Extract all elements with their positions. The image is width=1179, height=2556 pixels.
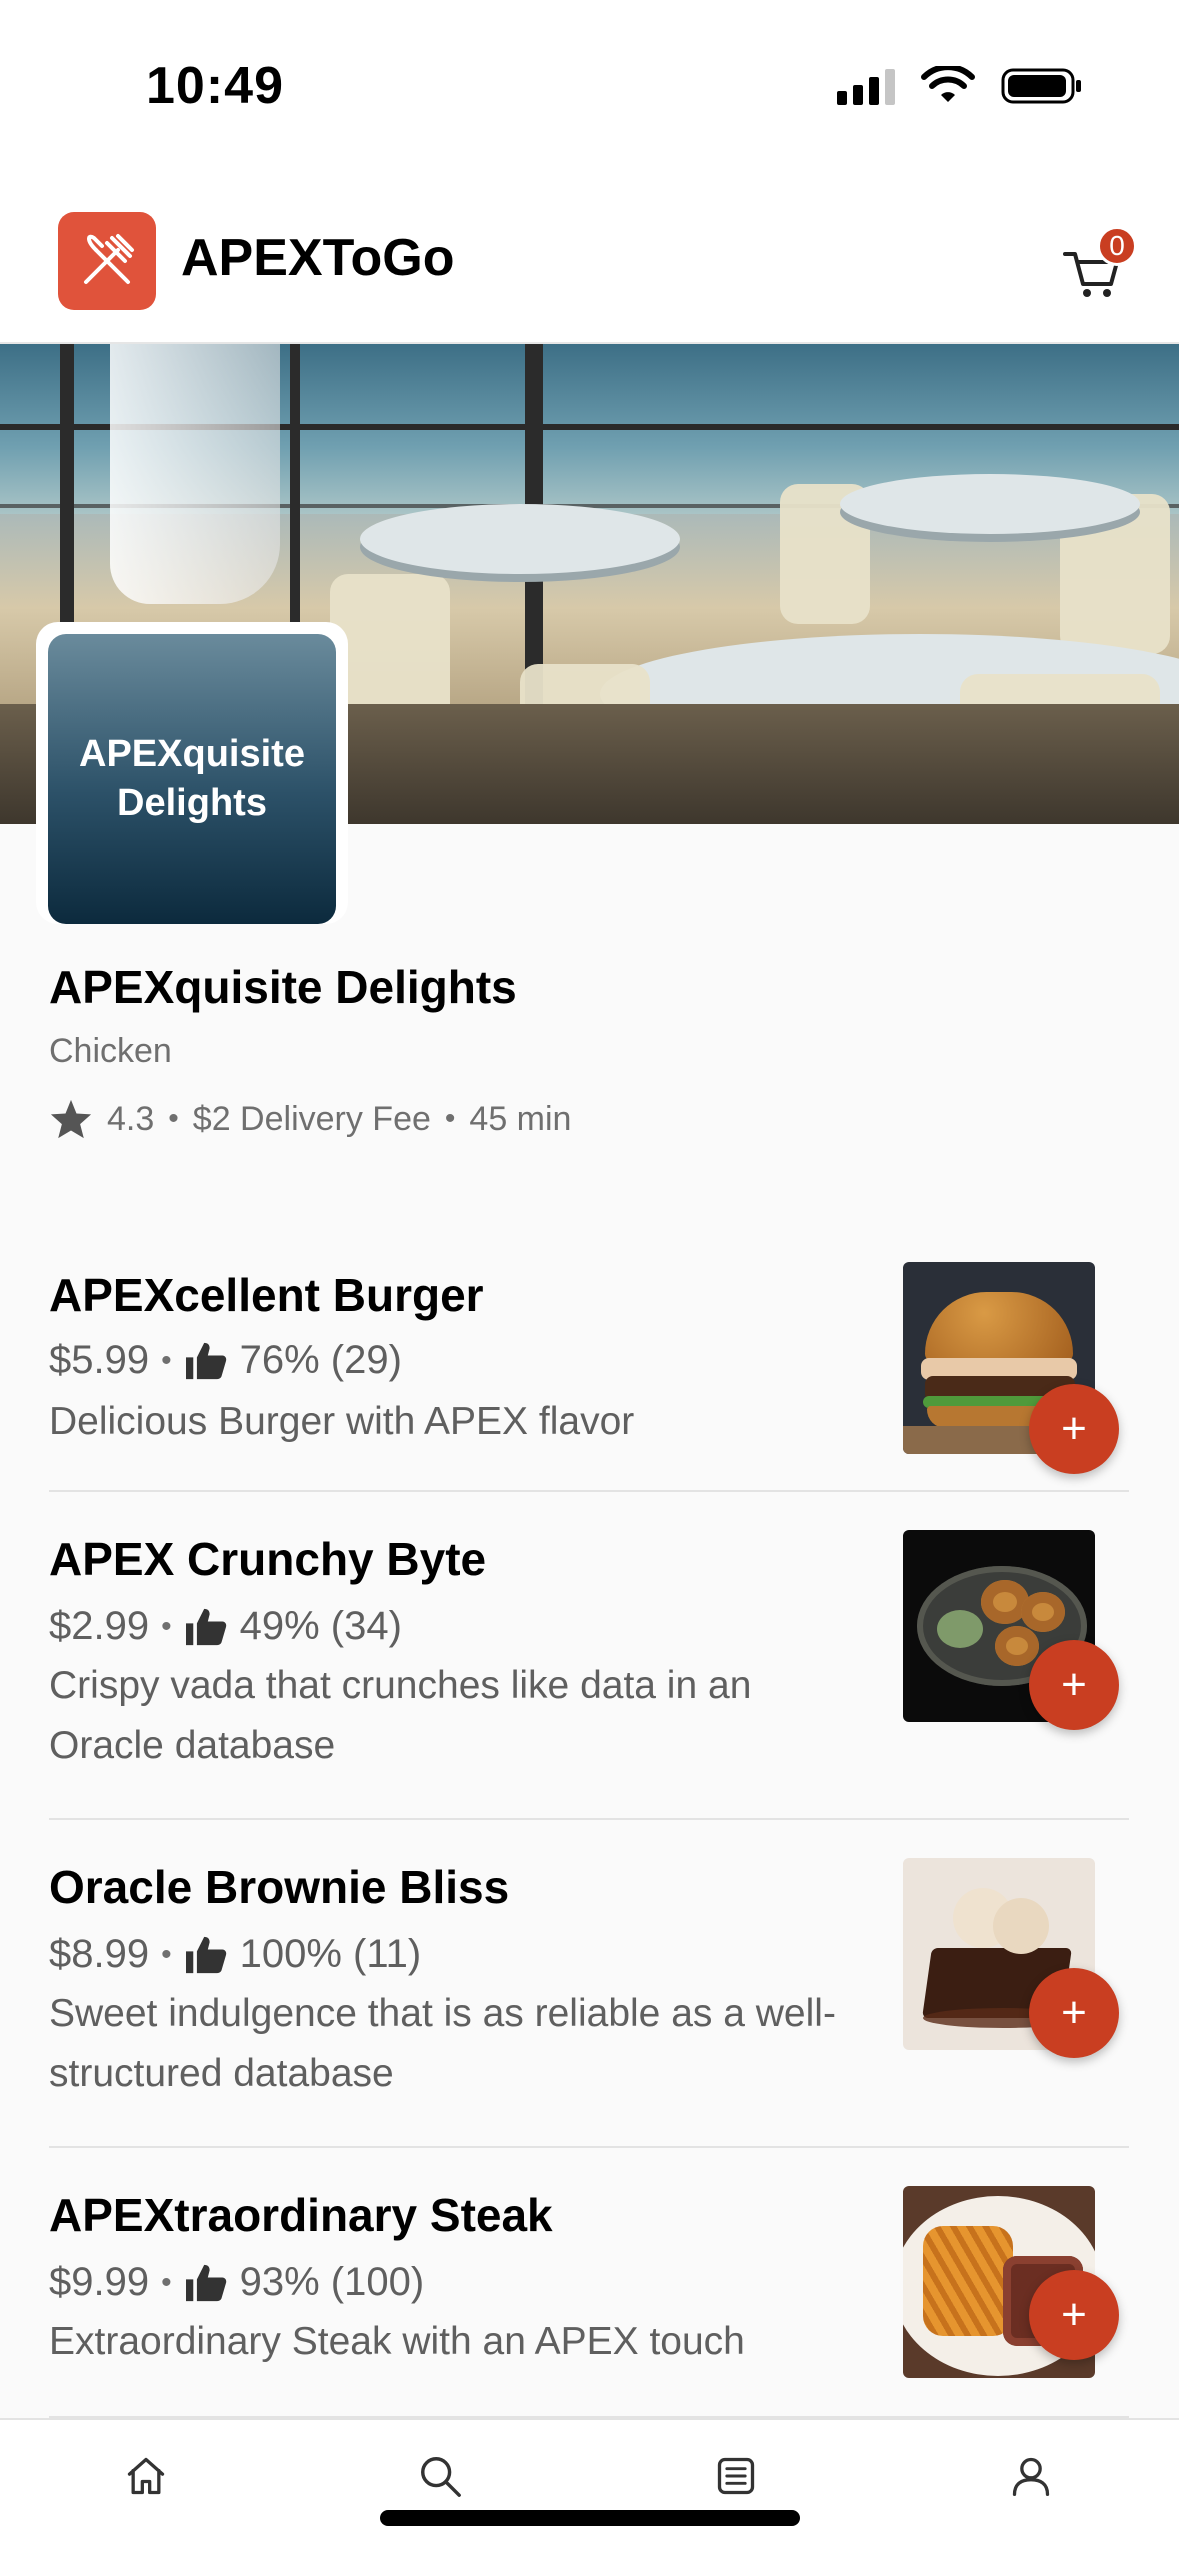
separator-dot: • [161,2265,172,2299]
item-price: $9.99 [49,2260,150,2304]
item-rating: 49% (34) [239,1604,402,1648]
delivery-fee: $2 Delivery Fee [192,1099,431,1138]
status-icons [837,66,1083,106]
item-stats: $8.99 • 100% (11) [49,1932,421,1977]
orders-icon [717,2457,755,2495]
item-description: Crispy vada that crunches like data in a… [49,1664,752,1767]
item-stats: $9.99 • 93% (100) [49,2260,424,2305]
restaurant-category: Chicken [49,1032,172,1070]
wifi-icon [921,66,975,102]
item-rating: 100% (11) [239,1932,422,1976]
nav-search[interactable] [412,2448,468,2504]
item-name: APEX Crunchy Byte [49,1533,487,1585]
restaurant-logo: APEXquisite Delights [48,634,336,924]
thumbs-up-icon [185,2264,226,2301]
profile-icon [1012,2457,1050,2496]
item-name: Oracle Brownie Bliss [49,1861,510,1913]
restaurant-logo-card: APEXquisite Delights [36,622,348,924]
fork-knife-icon [84,234,134,284]
nav-profile[interactable] [1003,2448,1059,2504]
signal-icon [837,67,895,105]
item-name: APEXcellent Burger [49,1269,484,1321]
delivery-time: 45 min [469,1099,572,1138]
separator-dot: • [161,1343,172,1377]
home-icon [127,2457,165,2495]
status-bar: 10:49 [0,0,1179,170]
bottom-nav [0,2418,1179,2556]
battery-icon [1001,68,1081,104]
item-description: Delicious Burger with APEX flavor [49,1400,635,1443]
nav-home[interactable] [118,2448,174,2504]
item-name: APEXtraordinary Steak [49,2189,553,2241]
separator-dot: • [161,1609,172,1643]
cart-count-badge: 0 [1097,226,1137,266]
item-price: $5.99 [49,1338,150,1382]
app-title: APEXToGo [181,229,455,287]
item-description: Sweet indulgence that is as reliable as … [49,1992,836,2095]
thumbs-up-icon [185,1608,226,1645]
thumbs-up-icon [185,1342,226,1379]
separator-dot: • [168,1102,179,1135]
item-stats: $5.99 • 76% (29) [49,1338,402,1383]
status-time: 10:49 [146,57,284,115]
item-stats: $2.99 • 49% (34) [49,1604,402,1649]
item-rating: 93% (100) [239,2260,425,2304]
item-price: $2.99 [49,1604,150,1648]
restaurant-meta: 4.3 • $2 Delivery Fee • 45 min [49,1098,571,1140]
add-to-cart-button[interactable]: + [1029,2270,1119,2360]
item-price: $8.99 [49,1932,150,1976]
separator-dot: • [444,1102,456,1135]
cart-button[interactable]: 0 [1061,226,1137,300]
search-icon [421,2457,461,2497]
star-icon [50,1099,92,1139]
nav-orders[interactable] [708,2448,764,2504]
item-description: Extraordinary Steak with an APEX touch [49,2320,745,2363]
restaurant-rating: 4.3 [107,1099,155,1138]
home-indicator [380,2510,800,2526]
item-rating: 76% (29) [239,1338,402,1382]
separator-dot: • [161,1937,172,1971]
menu-item[interactable]: APEXcellent Burger $5.99 • 76% (29) Deli… [49,1220,1129,1492]
add-to-cart-button[interactable]: + [1029,1384,1119,1474]
menu-item[interactable]: APEX Crunchy Byte $2.99 • 49% (34) Crisp… [49,1492,1129,1820]
add-to-cart-button[interactable]: + [1029,1968,1119,2058]
add-to-cart-button[interactable]: + [1029,1640,1119,1730]
app-logo[interactable] [58,212,156,310]
menu-item[interactable]: Oracle Brownie Bliss $8.99 • 100% (11) S… [49,1820,1129,2148]
menu-item[interactable]: APEXtraordinary Steak $9.99 • 93% (100) … [49,2148,1129,2418]
restaurant-name: APEXquisite Delights [49,961,517,1013]
app-header: APEXToGo 0 [0,170,1179,344]
thumbs-up-icon [185,1936,226,1973]
